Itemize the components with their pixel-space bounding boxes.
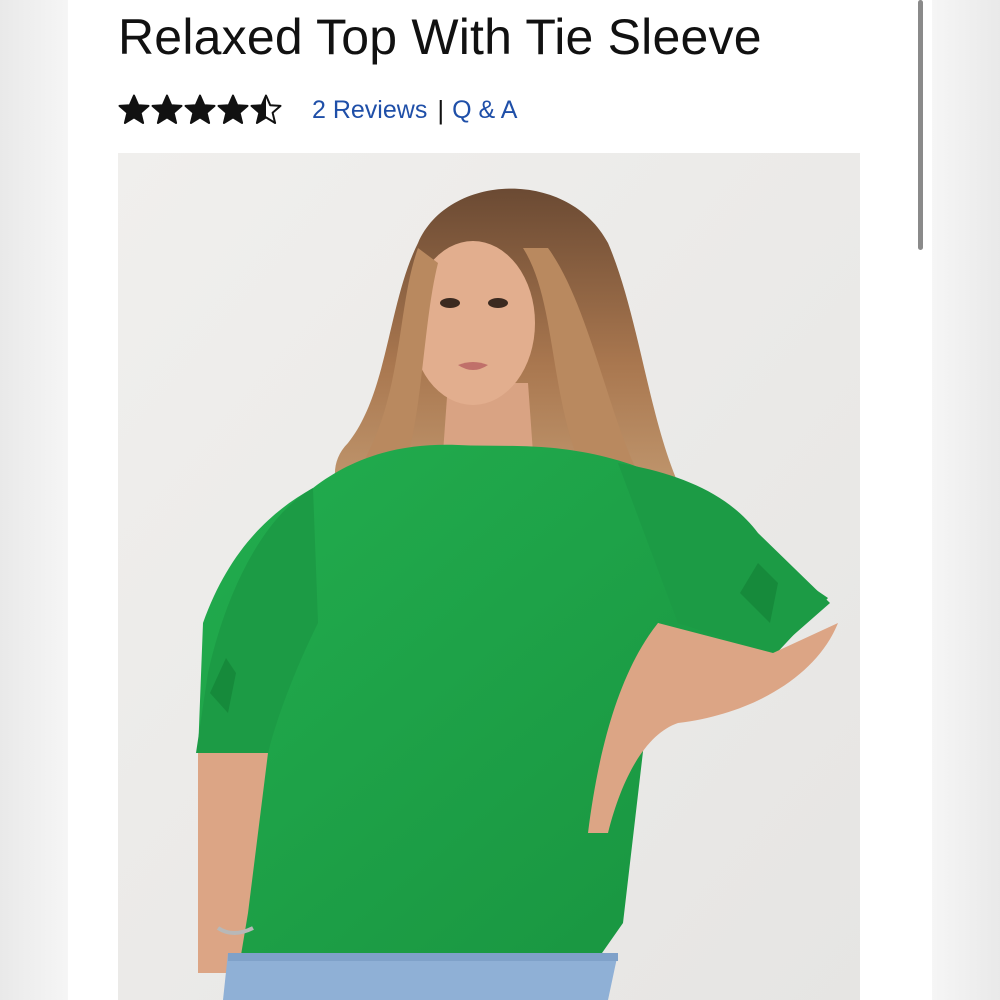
rating-row: 2 Reviews | Q & A	[118, 92, 517, 128]
link-separator: |	[437, 94, 445, 125]
model-photo-illustration	[118, 153, 860, 1000]
star-full-icon	[118, 94, 150, 126]
star-full-icon	[217, 94, 249, 126]
product-page: Relaxed Top With Tie Sleeve 2 Reviews | …	[68, 0, 932, 1000]
scrollbar[interactable]	[918, 0, 923, 250]
star-full-icon	[184, 94, 216, 126]
screen-frame: Relaxed Top With Tie Sleeve 2 Reviews | …	[0, 0, 1000, 1000]
product-image[interactable]	[118, 153, 860, 1000]
qa-link[interactable]: Q & A	[452, 96, 517, 125]
product-title: Relaxed Top With Tie Sleeve	[118, 9, 762, 65]
star-rating	[118, 94, 282, 126]
star-half-icon	[250, 94, 282, 126]
star-full-icon	[151, 94, 183, 126]
reviews-link[interactable]: 2 Reviews	[312, 96, 427, 125]
